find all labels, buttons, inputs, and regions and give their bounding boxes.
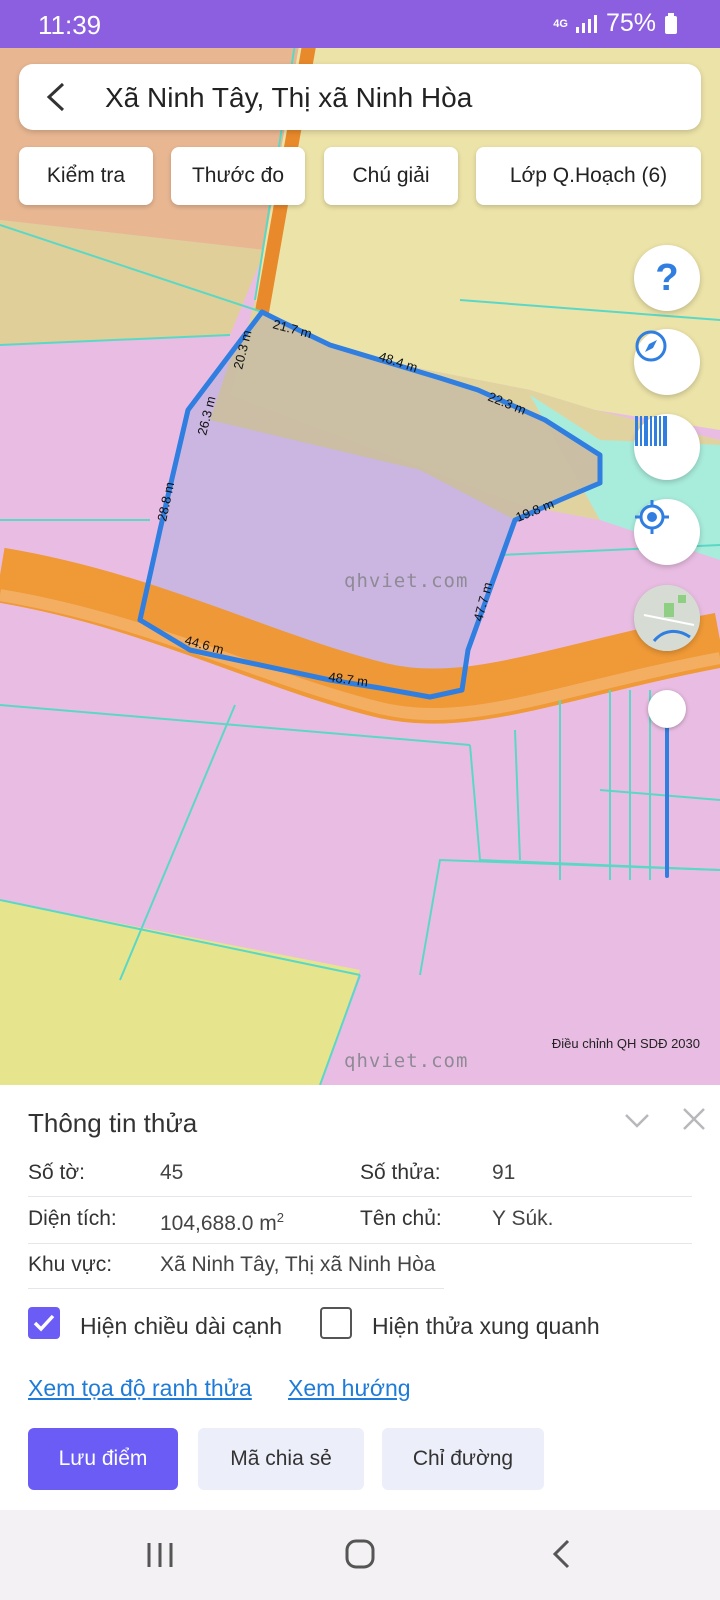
status-right: 4G 75% (553, 9, 678, 38)
measure-button[interactable]: Thước đo (171, 147, 305, 205)
checkmark-icon (33, 1314, 55, 1332)
planning-layers-button[interactable]: Lớp Q.Hoạch (6) (476, 147, 701, 205)
share-code-button[interactable]: Mã chia sẻ (198, 1428, 364, 1490)
directions-button[interactable]: Chỉ đường (382, 1428, 544, 1490)
back-arrow-icon[interactable] (41, 80, 75, 114)
barcode-icon (635, 416, 667, 446)
show-neighbors-checkbox[interactable] (320, 1307, 352, 1339)
area-value: 104,688.0 m2 (160, 1210, 284, 1235)
battery-percent: 75% (605, 9, 656, 37)
check-button[interactable]: Kiểm tra (19, 147, 153, 205)
save-point-button[interactable]: Lưu điểm (28, 1428, 178, 1490)
location-header[interactable]: Xã Ninh Tây, Thị xã Ninh Hòa (19, 64, 701, 130)
owner-label: Tên chủ: (360, 1207, 442, 1230)
map-thumbnail-button[interactable] (634, 585, 700, 651)
owner-value: Y Súk. (492, 1207, 554, 1230)
divider (28, 1196, 692, 1197)
watermark: qhviet.com (344, 1050, 469, 1072)
area-label: Diện tích: (28, 1207, 117, 1230)
chevron-down-icon[interactable] (622, 1105, 652, 1135)
location-title: Xã Ninh Tây, Thị xã Ninh Hòa (105, 82, 473, 113)
watermark: qhviet.com (344, 570, 469, 592)
network-type: 4G (553, 17, 568, 30)
recent-apps-icon[interactable] (145, 1540, 175, 1570)
divider (28, 1243, 692, 1244)
compass-icon (635, 330, 667, 362)
battery-icon (665, 12, 677, 34)
signal-icon (575, 14, 597, 33)
my-location-button[interactable] (634, 499, 700, 565)
show-edge-lengths-label[interactable]: Hiện chiều dài cạnh (80, 1313, 282, 1340)
zoom-slider-handle[interactable] (648, 690, 686, 728)
back-nav-icon[interactable] (550, 1538, 574, 1570)
plan-label: Điều chỉnh QH SDĐ 2030 (551, 1036, 700, 1051)
sheet-number-value: 45 (160, 1161, 184, 1184)
help-button[interactable]: ? (634, 245, 700, 311)
home-icon[interactable] (344, 1538, 376, 1570)
region-value: Xã Ninh Tây, Thị xã Ninh Hòa (160, 1253, 436, 1276)
view-direction-link[interactable]: Xem hướng (288, 1375, 411, 1402)
parcel-number-label: Số thửa: (360, 1161, 441, 1184)
show-edge-lengths-checkbox[interactable] (28, 1307, 60, 1339)
legend-button[interactable]: Chú giải (324, 147, 458, 205)
parcel-number-value: 91 (492, 1161, 516, 1184)
parcel-info-panel: Thông tin thửa Số tờ: 45 Số thửa: 91 Diệ… (0, 1085, 720, 1510)
show-neighbors-label[interactable]: Hiện thửa xung quanh (372, 1313, 600, 1340)
panel-title: Thông tin thửa (28, 1108, 198, 1138)
view-boundary-coordinates-link[interactable]: Xem tọa độ ranh thửa (28, 1375, 252, 1402)
status-bar: 11:39 4G 75% (0, 0, 720, 48)
region-label: Khu vực: (28, 1253, 113, 1276)
my-location-icon (635, 500, 669, 534)
close-icon[interactable] (680, 1105, 708, 1133)
barcode-button[interactable] (634, 414, 700, 480)
status-time: 11:39 (38, 10, 102, 40)
help-icon: ? (655, 256, 679, 299)
map-thumbnail (634, 585, 700, 651)
compass-button[interactable] (634, 329, 700, 395)
sheet-number-label: Số tờ: (28, 1161, 85, 1184)
system-nav-bar (0, 1510, 720, 1600)
divider (28, 1288, 444, 1289)
zoom-slider-track[interactable] (665, 708, 669, 878)
